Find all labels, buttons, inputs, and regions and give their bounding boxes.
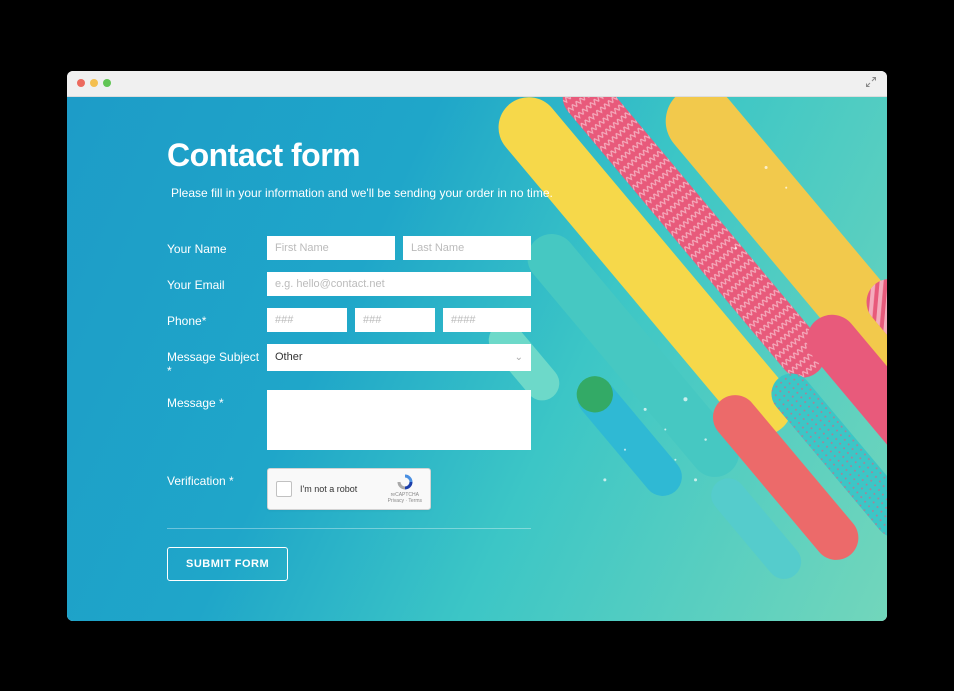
- close-window-button[interactable]: [77, 79, 85, 87]
- page-subtitle: Please fill in your information and we'l…: [167, 186, 567, 200]
- recaptcha-widget: I'm not a robot reCAPTCHA Privacy · Term…: [267, 468, 431, 510]
- row-message: Message *: [167, 390, 567, 450]
- recaptcha-checkbox[interactable]: [276, 481, 292, 497]
- label-subject: Message Subject *: [167, 344, 267, 378]
- recaptcha-badge: reCAPTCHA Privacy · Terms: [388, 473, 422, 504]
- chevron-down-icon: ⌄: [515, 352, 523, 363]
- contact-form-panel: Contact form Please fill in your informa…: [67, 97, 567, 581]
- row-subject: Message Subject * Other ⌄: [167, 344, 567, 378]
- recaptcha-label: I'm not a robot: [300, 484, 380, 494]
- subject-selected-value: Other: [275, 351, 303, 363]
- recaptcha-icon: [396, 473, 414, 491]
- email-input[interactable]: [267, 272, 531, 296]
- expand-icon[interactable]: [865, 76, 877, 91]
- subject-select[interactable]: Other ⌄: [267, 344, 531, 371]
- browser-titlebar: [67, 71, 887, 97]
- page-title: Contact form: [167, 137, 567, 174]
- phone-line-input[interactable]: [443, 308, 531, 332]
- minimize-window-button[interactable]: [90, 79, 98, 87]
- message-textarea[interactable]: [267, 390, 531, 450]
- first-name-input[interactable]: [267, 236, 395, 260]
- row-name: Your Name: [167, 236, 567, 260]
- label-message: Message *: [167, 390, 267, 410]
- row-verification: Verification * I'm not a robot reCAPTCHA: [167, 468, 567, 510]
- form-divider: [167, 528, 531, 529]
- row-phone: Phone*: [167, 308, 567, 332]
- label-phone: Phone*: [167, 308, 267, 328]
- page-body: Contact form Please fill in your informa…: [67, 97, 887, 621]
- label-verification: Verification *: [167, 468, 267, 488]
- last-name-input[interactable]: [403, 236, 531, 260]
- window-controls: [77, 79, 111, 87]
- browser-window: Contact form Please fill in your informa…: [67, 71, 887, 621]
- maximize-window-button[interactable]: [103, 79, 111, 87]
- submit-button[interactable]: SUBMIT FORM: [167, 547, 288, 581]
- label-name: Your Name: [167, 236, 267, 256]
- phone-area-input[interactable]: [267, 308, 347, 332]
- row-email: Your Email: [167, 272, 567, 296]
- label-email: Your Email: [167, 272, 267, 292]
- phone-prefix-input[interactable]: [355, 308, 435, 332]
